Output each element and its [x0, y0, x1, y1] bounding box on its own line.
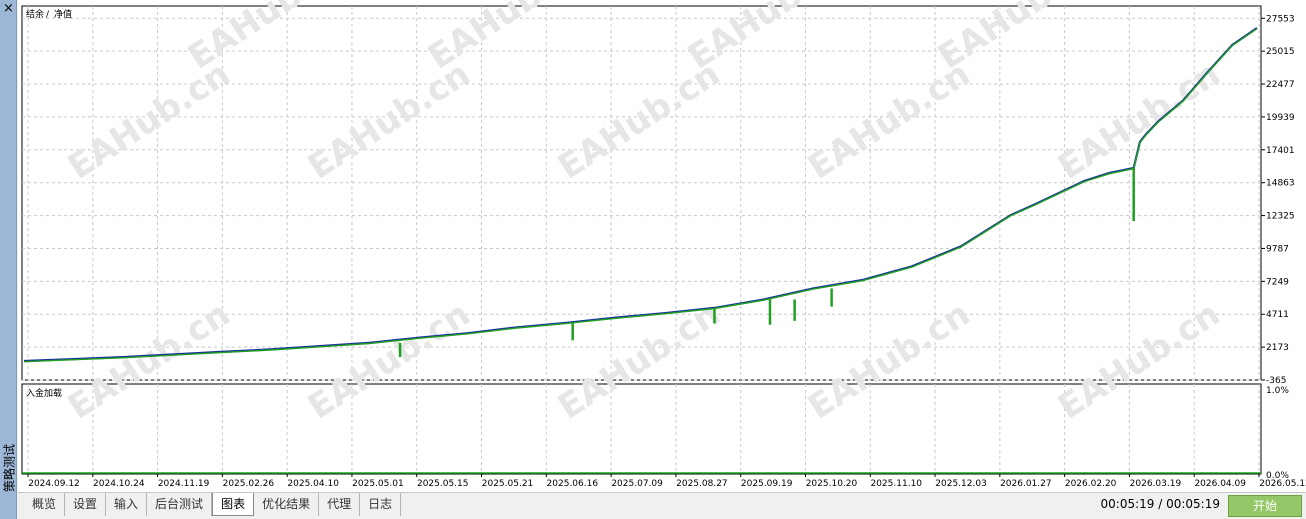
y-tick-label: -365	[1266, 376, 1286, 386]
x-tick-label: 2026.01.27	[1000, 479, 1052, 489]
tab-strip: 概览 设置 输入 后台测试 图表 优化结果 代理 日志	[24, 493, 402, 517]
sub-pane-title: 入金加载	[26, 387, 62, 399]
close-icon[interactable]: ×	[1, 1, 16, 16]
y-tick-label: 22477	[1266, 80, 1295, 90]
x-tick-label: 2025.12.03	[935, 479, 987, 489]
x-tick-label: 2025.11.10	[870, 479, 922, 489]
window-title: 策略测试	[0, 423, 17, 513]
bottom-toolbar: 概览 设置 输入 后台测试 图表 优化结果 代理 日志 00:05:19 / 00:05:19…	[18, 492, 1306, 519]
y-tick-label: 9787	[1266, 244, 1289, 254]
tab-1[interactable]: 设置	[65, 493, 107, 516]
x-tick-label: 2026.02.20	[1065, 479, 1117, 489]
tab-3[interactable]: 后台测试	[147, 493, 213, 516]
sub-y-tick-label: 0.0%	[1266, 471, 1289, 481]
tester-sidebar: × 策略测试	[0, 0, 17, 519]
y-tick-label: 12325	[1266, 212, 1295, 222]
x-tick-label: 2025.08.27	[676, 479, 728, 489]
tab-2[interactable]: 输入	[106, 493, 148, 516]
x-tick-label: 2025.05.15	[417, 479, 469, 489]
x-tick-label: 2024.11.19	[158, 479, 210, 489]
legend-balance: 结余	[26, 8, 44, 20]
x-tick-label: 2024.09.12	[28, 479, 80, 489]
x-tick-label: 2025.06.16	[547, 479, 599, 489]
x-tick-label: 2025.02.26	[223, 479, 275, 489]
tab-7[interactable]: 日志	[360, 493, 402, 516]
equity-chart: 27553 25015 22477 19939 17401 14863 12325 9787 7…	[21, 0, 1306, 489]
x-tick-label: 2025.10.20	[806, 479, 858, 489]
y-tick-label: 4711	[1266, 310, 1289, 320]
y-tick-label: 27553	[1266, 14, 1295, 24]
y-tick-label: 2173	[1266, 343, 1289, 353]
y-tick-label: 19939	[1266, 113, 1295, 123]
chart-panel: 27553 25015 22477 19939 17401 14863 12325 9787 7…	[18, 0, 1306, 492]
x-tick-label: 2025.05.21	[482, 479, 534, 489]
x-tick-label: 2026.04.09	[1194, 479, 1246, 489]
strategy-tester-window: × 策略测试 27553 25015 22477 19939 17401 14863 123…	[0, 0, 1306, 519]
start-button[interactable]: 开始	[1228, 495, 1302, 517]
x-tick-label: 2025.07.09	[611, 479, 663, 489]
x-tick-label: 2025.05.01	[352, 479, 404, 489]
sub-y-tick-label: 1.0%	[1266, 386, 1289, 396]
tab-6[interactable]: 代理	[319, 493, 361, 516]
tab-0[interactable]: 概览	[24, 493, 66, 516]
tab-5[interactable]: 优化结果	[254, 493, 320, 516]
legend-equity: 净值	[54, 8, 72, 20]
x-tick-label: 2025.04.10	[287, 479, 339, 489]
elapsed-timer: 00:05:19 / 00:05:19	[1100, 497, 1220, 511]
x-tick-label: 2026.03.19	[1130, 479, 1182, 489]
y-tick-label: 14863	[1266, 179, 1295, 189]
y-tick-label: 7249	[1266, 277, 1289, 287]
y-tick-label: 25015	[1266, 47, 1295, 57]
window-title-text: 策略测试	[2, 443, 16, 493]
y-tick-label: 17401	[1266, 146, 1295, 156]
x-tick-label: 2024.10.24	[93, 479, 145, 489]
tab-4[interactable]: 图表	[212, 493, 255, 516]
x-tick-label: 2025.09.19	[741, 479, 793, 489]
